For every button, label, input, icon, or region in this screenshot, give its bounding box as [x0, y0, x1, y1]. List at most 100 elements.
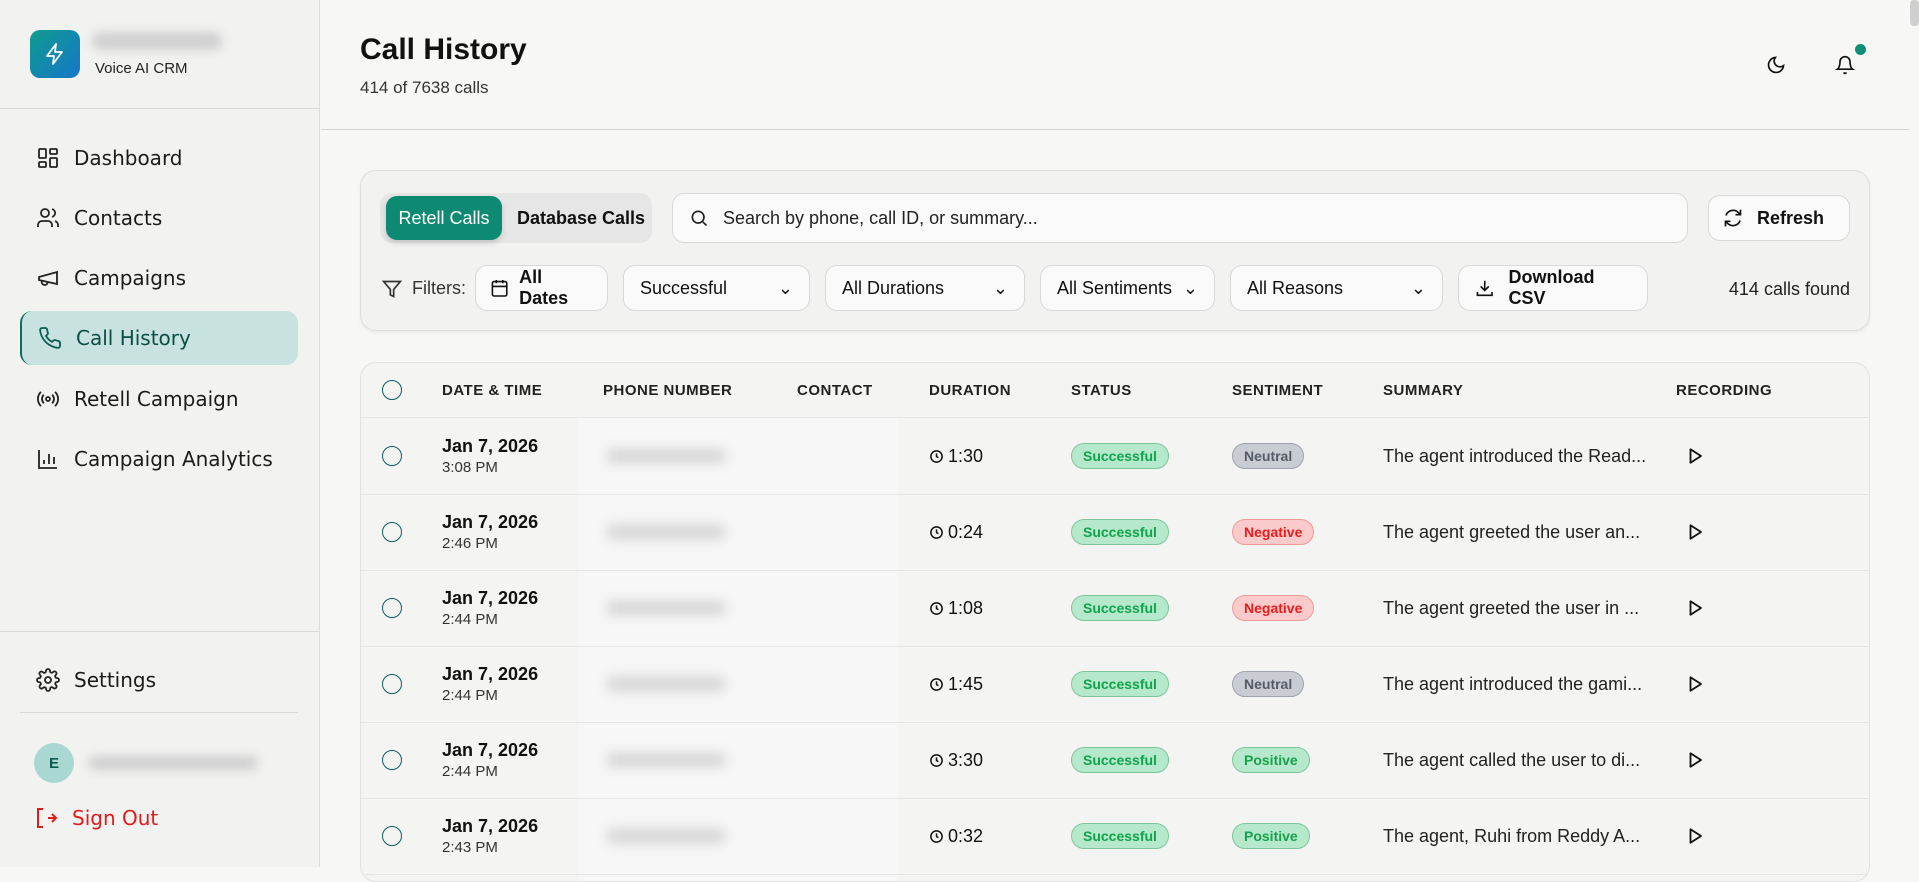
- sidebar-item-campaigns[interactable]: Campaigns: [20, 251, 298, 305]
- phone-number-redacted: [606, 525, 726, 539]
- sign-out-icon: [37, 808, 58, 828]
- call-time: 2:46 PM: [442, 535, 498, 552]
- download-csv-label: Download CSV: [1508, 267, 1595, 308]
- clock-icon: [930, 829, 943, 843]
- play-recording-button[interactable]: [1686, 570, 1704, 646]
- sidebar-item-dashboard[interactable]: Dashboard: [20, 131, 298, 185]
- sidebar: Voice AI CRM Dashboard Contacts Campaign…: [0, 0, 320, 867]
- search-field[interactable]: [672, 193, 1688, 243]
- summary-cell[interactable]: The agent, Ruhi from Reddy A...: [1383, 798, 1640, 874]
- play-recording-button[interactable]: [1686, 494, 1704, 570]
- play-recording-button[interactable]: [1686, 722, 1704, 798]
- duration-cell: 0:32: [929, 798, 983, 874]
- sentiment-cell: Neutral: [1232, 418, 1305, 494]
- play-recording-button[interactable]: [1686, 646, 1704, 722]
- sentiment-badge: Positive: [1232, 747, 1310, 773]
- summary-cell[interactable]: The agent called the user to di...: [1383, 722, 1640, 798]
- chevron-down-icon: ⌄: [1182, 277, 1198, 298]
- filters-label: Filters:: [382, 278, 466, 299]
- summary-cell[interactable]: The agent introduced the Read...: [1383, 418, 1646, 494]
- bell-icon: [1835, 55, 1855, 75]
- avatar[interactable]: E: [34, 743, 74, 783]
- duration-cell: 1:45: [929, 646, 983, 722]
- reason-filter-select[interactable]: All Reasons ⌄: [1230, 265, 1443, 311]
- row-checkbox[interactable]: [382, 722, 402, 798]
- sidebar-item-label: Campaign Analytics: [74, 447, 273, 471]
- divider: [0, 631, 320, 632]
- status-filter-select[interactable]: Successful ⌄: [623, 265, 810, 311]
- megaphone-icon: [38, 270, 58, 286]
- duration-value: 3:30: [948, 749, 984, 770]
- chevron-down-icon: ⌄: [777, 277, 793, 298]
- column-header-recording[interactable]: RECORDING: [1676, 363, 1772, 417]
- summary-cell[interactable]: The agent greeted the user in ...: [1383, 570, 1639, 646]
- phone-number-redacted: [606, 829, 726, 843]
- play-icon: [1689, 600, 1702, 616]
- page-subtitle: 414 of 7638 calls: [360, 78, 489, 97]
- dark-mode-toggle[interactable]: [1763, 52, 1789, 78]
- column-header-contact[interactable]: CONTACT: [797, 363, 873, 417]
- row-checkbox[interactable]: [382, 570, 402, 646]
- download-icon: [1476, 280, 1493, 297]
- refresh-button[interactable]: Refresh: [1708, 195, 1850, 241]
- sentiment-badge: Negative: [1232, 595, 1315, 621]
- status-badge: Successful: [1071, 595, 1169, 621]
- column-header-date[interactable]: DATE & TIME: [442, 363, 542, 417]
- row-checkbox[interactable]: [382, 646, 402, 722]
- tab-retell-calls[interactable]: Retell Calls: [386, 196, 502, 240]
- phone-number-redacted: [606, 677, 726, 691]
- clock-icon: [930, 677, 943, 691]
- row-checkbox[interactable]: [382, 798, 402, 874]
- play-recording-button[interactable]: [1686, 798, 1704, 874]
- sidebar-item-settings[interactable]: Settings: [20, 653, 298, 707]
- sentiment-badge: Neutral: [1232, 671, 1305, 697]
- date-filter-button[interactable]: All Dates: [475, 265, 608, 311]
- status-badge: Successful: [1071, 519, 1169, 545]
- column-header-summary[interactable]: SUMMARY: [1383, 363, 1463, 417]
- sidebar-item-label: Settings: [74, 668, 157, 692]
- status-badge: Successful: [1071, 747, 1169, 773]
- search-input[interactable]: [723, 207, 1623, 229]
- download-csv-button[interactable]: Download CSV: [1458, 265, 1648, 311]
- moon-icon: [1767, 56, 1785, 74]
- status-badge: Successful: [1071, 443, 1169, 469]
- scrollbar[interactable]: [1910, 0, 1919, 26]
- notifications-button[interactable]: [1832, 52, 1858, 78]
- call-time: 2:44 PM: [442, 611, 498, 628]
- summary-cell[interactable]: The agent greeted the user an...: [1383, 494, 1640, 570]
- brand-name-redacted: [92, 32, 222, 50]
- duration-value: 0:24: [948, 521, 984, 542]
- sidebar-item-contacts[interactable]: Contacts: [20, 191, 298, 245]
- sidebar-item-call-history[interactable]: Call History: [20, 311, 298, 365]
- sidebar-item-campaign-analytics[interactable]: Campaign Analytics: [20, 432, 298, 486]
- duration-filter-value: All Durations: [842, 277, 945, 298]
- play-icon: [1689, 752, 1702, 768]
- sidebar-item-label: Dashboard: [74, 146, 183, 170]
- column-header-duration[interactable]: DURATION: [929, 363, 1011, 417]
- duration-cell: 0:24: [929, 494, 983, 570]
- sentiment-filter-select[interactable]: All Sentiments ⌄: [1040, 265, 1215, 311]
- call-date: Jan 7, 2026: [442, 664, 539, 684]
- gear-icon: [36, 668, 60, 692]
- sentiment-badge: Positive: [1232, 823, 1310, 849]
- summary-cell[interactable]: The agent introduced the gami...: [1383, 646, 1642, 722]
- results-count: 414 calls found: [1728, 279, 1850, 299]
- column-header-sentiment[interactable]: SENTIMENT: [1232, 363, 1323, 417]
- play-recording-button[interactable]: [1686, 418, 1704, 494]
- row-checkbox[interactable]: [382, 418, 402, 494]
- brand-subtitle: Voice AI CRM: [95, 60, 188, 77]
- divider: [20, 712, 298, 713]
- sidebar-item-retell-campaign[interactable]: Retell Campaign: [20, 372, 298, 426]
- duration-value: 1:30: [948, 445, 984, 466]
- call-date: Jan 7, 2026: [442, 512, 539, 532]
- tab-database-calls[interactable]: Database Calls: [517, 196, 645, 240]
- date-time-cell: Jan 7, 2026 2:44 PM: [442, 722, 538, 798]
- clock-icon: [930, 449, 943, 463]
- column-header-status[interactable]: STATUS: [1071, 363, 1132, 417]
- duration-filter-select[interactable]: All Durations ⌄: [825, 265, 1025, 311]
- chevron-down-icon: ⌄: [992, 277, 1008, 298]
- column-header-phone[interactable]: PHONE NUMBER: [603, 363, 732, 417]
- row-checkbox[interactable]: [382, 494, 402, 570]
- select-all-checkbox[interactable]: [382, 363, 402, 417]
- sign-out-button[interactable]: Sign Out: [34, 806, 158, 830]
